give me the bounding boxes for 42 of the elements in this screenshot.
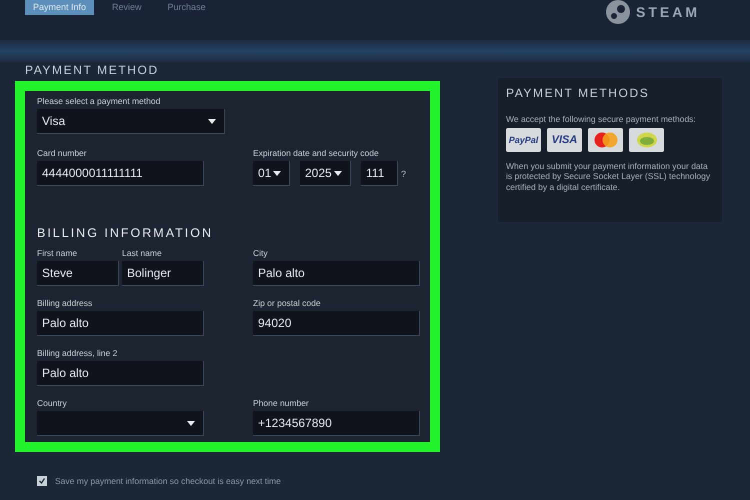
caret-icon [273,170,281,176]
security-code-field[interactable]: 111 [361,161,398,186]
field-label: First name [37,248,78,258]
field-label: Billing address [37,298,94,308]
text-field[interactable]: Steve [37,261,119,286]
year-dropdown[interactable]: 2025 [300,161,351,186]
field-label: Expiration date and security code [253,148,380,158]
payment-method-dropdown[interactable]: Visa [37,109,225,134]
month-dropdown[interactable]: 01 [253,161,290,186]
text-field[interactable]: 94020 [253,311,420,336]
info-text: We accept the following secure payment methods: [506,114,697,124]
help-link[interactable]: ? [401,168,406,178]
step-tab[interactable]: Review [104,0,150,15]
caret-icon [334,170,342,176]
field-label: City [253,248,269,258]
field-label: Last name [122,248,163,258]
section-title: PAYMENT METHOD [25,63,160,77]
steam-logo-text: STEAM [636,4,700,20]
checkbox-label: Save my payment information so checkout is easy next time [55,476,281,486]
section-title: BILLING INFORMATION [37,226,214,240]
field-label: Card number [37,148,88,158]
text-field[interactable]: Palo alto [253,261,420,286]
paypal-logo: PayPal [506,128,541,152]
text-field[interactable]: Bolinger [122,261,204,286]
info-text: When you submit your payment information your data is protected by Secure Socket Layer (SSL) technology certified by a digital certificate. [506,161,712,192]
field-label: Please select a payment method [37,96,162,106]
text-field[interactable]: Palo alto [37,361,204,386]
step-tab[interactable]: Purchase [160,0,214,15]
card-number-field[interactable]: 4444000011111111 [37,161,204,186]
card-logo [629,128,664,152]
panel-title: PAYMENT METHODS [506,86,650,100]
caret-icon [187,420,195,426]
field-label: Zip or postal code [253,298,322,308]
visa-logo: VISA [547,128,582,152]
field-label: Country [37,398,68,408]
text-field[interactable]: Palo alto [37,311,204,336]
text-field[interactable]: +1234567890 [253,411,420,436]
field-label: Phone number [253,398,310,408]
caret-icon [208,118,216,124]
mastercard-logo [588,128,623,152]
save-checkbox[interactable] [37,476,47,486]
field-label: Billing address, line 2 [37,348,118,358]
